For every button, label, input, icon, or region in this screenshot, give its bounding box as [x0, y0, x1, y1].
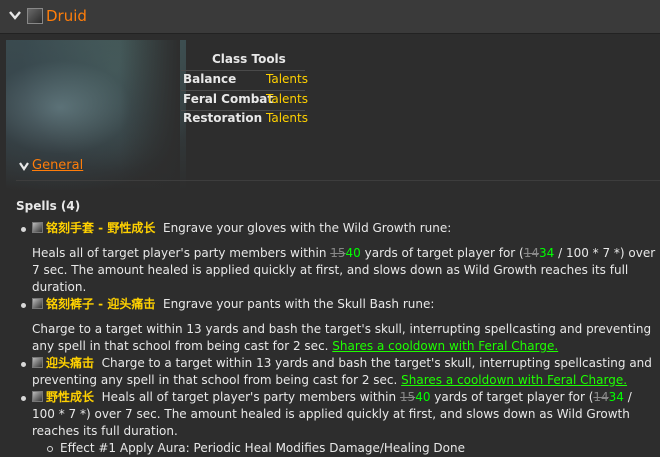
- spell-name[interactable]: 野性成长: [46, 390, 94, 404]
- class-header: Druid: [0, 0, 660, 34]
- spell-summary: Engrave your gloves with the Wild Growth…: [162, 221, 452, 235]
- class-tools-row-restoration: Restoration Talents: [183, 111, 308, 129]
- class-tools-title: Class Tools: [212, 52, 286, 66]
- cooldown-link[interactable]: Shares a cooldown with Feral Charge.: [332, 339, 558, 353]
- class-tools-row-balance: Balance Talents: [183, 72, 308, 90]
- spec-label: Feral Combat: [183, 92, 274, 106]
- spell-name[interactable]: 铭刻手套 - 野性成长: [46, 221, 155, 235]
- spell-item: 铭刻裤子 - 迎头痛击 Engrave your pants with the …: [16, 296, 656, 355]
- spells-heading: Spells (4): [16, 199, 81, 213]
- spec-label: Balance: [183, 72, 237, 86]
- spell-description: Charge to a target within 13 yards and b…: [32, 322, 652, 353]
- talents-link[interactable]: Talents: [266, 111, 308, 125]
- section-title-general[interactable]: General: [32, 158, 83, 173]
- talents-link[interactable]: Talents: [266, 72, 308, 86]
- divider: [16, 180, 660, 181]
- druid-class-icon: [27, 8, 43, 24]
- spell-icon: [32, 391, 43, 402]
- chevron-down-icon[interactable]: [8, 9, 22, 21]
- effect-item: Effect #1 Apply Aura: Periodic Heal Modi…: [32, 440, 656, 457]
- spell-name[interactable]: 铭刻裤子 - 迎头痛击: [46, 297, 155, 311]
- banner-fade: [120, 40, 180, 190]
- talents-link[interactable]: Talents: [266, 92, 308, 106]
- spell-item: 迎头痛击 Charge to a target within 13 yards …: [16, 355, 656, 389]
- chevron-down-icon[interactable]: [18, 161, 30, 171]
- divider: [181, 70, 305, 71]
- spell-summary: Engrave your pants with the Skull Bash r…: [162, 297, 435, 311]
- spell-item: 野性成长 Heals all of target player's party …: [16, 389, 656, 457]
- class-title[interactable]: Druid: [46, 7, 87, 25]
- spell-item: 铭刻手套 - 野性成长 Engrave your gloves with the…: [16, 220, 656, 296]
- spell-icon: [32, 222, 43, 233]
- divider: [181, 90, 305, 91]
- spell-icon: [32, 357, 43, 368]
- class-tools-row-feral: Feral Combat Talents: [183, 92, 308, 110]
- cooldown-link[interactable]: Shares a cooldown with Feral Charge.: [401, 373, 627, 387]
- spell-description: Heals all of target player's party membe…: [32, 246, 656, 294]
- spell-icon: [32, 298, 43, 309]
- spec-label: Restoration: [183, 111, 263, 125]
- spell-list: 铭刻手套 - 野性成长 Engrave your gloves with the…: [16, 220, 656, 457]
- spell-name[interactable]: 迎头痛击: [46, 356, 94, 370]
